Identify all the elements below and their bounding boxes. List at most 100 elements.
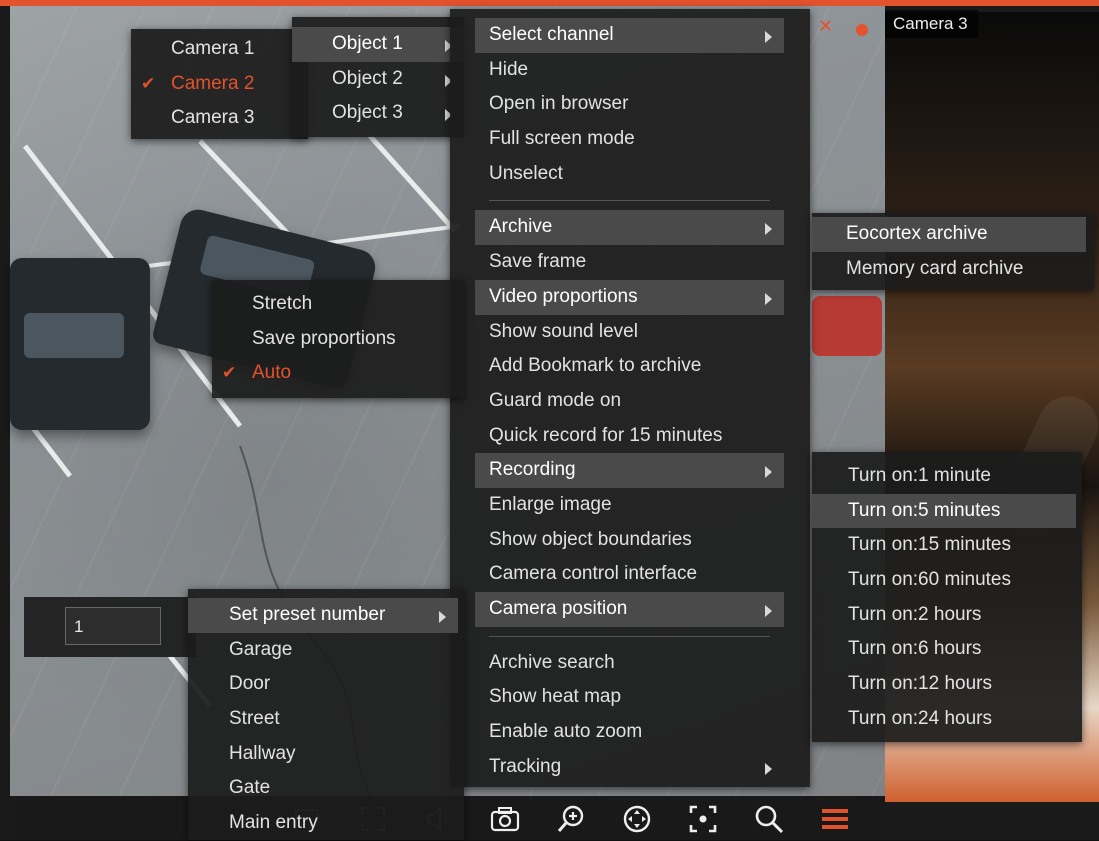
menu-item-video-proportions[interactable]: Video proportions [475,279,784,315]
preset-item[interactable]: Main entry [188,806,464,841]
menu-item-label: Camera 3 [171,107,255,129]
video-proportions-menu: Stretch Save proportions ✔ Auto [212,280,464,399]
menu-item-label: Main entry [229,812,318,834]
menu-item-label: Turn on:2 hours [848,603,982,625]
menu-item-label: Turn on:15 minutes [848,534,1011,556]
menu-item-label: Turn on:60 minutes [848,569,1011,591]
recording-item[interactable]: Turn on:24 hours [812,702,1082,737]
channel-item-camera-1[interactable]: Camera 1 [131,32,308,67]
menu-item-label: Camera position [489,598,628,619]
menu-item-show-heat-map[interactable]: Show heat map [475,680,784,715]
menu-item-label: Object 2 [332,67,403,89]
recording-item[interactable]: Turn on:15 minutes [812,528,1082,563]
menu-item-label: Show heat map [489,686,622,708]
recording-item[interactable]: Turn on:6 hours [812,632,1082,667]
recording-item[interactable]: Turn on:60 minutes [812,563,1082,598]
recording-item[interactable]: Turn on:12 hours [812,667,1082,702]
menu-item-label: Save frame [489,251,587,273]
menu-item-label: Show object boundaries [489,528,692,550]
menu-item-select-channel[interactable]: Select channel [475,18,784,53]
menu-item-recording[interactable]: Recording [475,453,784,488]
menu-item-enable-auto-zoom[interactable]: Enable auto zoom [475,715,784,750]
archive-item-eocortex[interactable]: Eocortex archive [812,217,1086,252]
proportion-item-stretch[interactable]: Stretch [212,287,464,322]
menu-item-label: Set preset number [229,604,386,625]
chevron-right-icon [765,31,772,43]
preset-item[interactable]: Hallway [188,737,464,772]
menu-separator [489,200,770,202]
preset-item[interactable]: Street [188,702,464,737]
menu-item-open-in-browser[interactable]: Open in browser [475,87,784,122]
menu-item-label: Save proportions [252,327,396,349]
menu-item-label: Enable auto zoom [489,721,643,743]
recording-item[interactable]: Turn on:1 minute [812,459,1082,494]
preset-item[interactable]: Garage [188,633,464,668]
red-car [812,296,882,356]
camera-snapshot-icon[interactable] [488,802,522,836]
menu-item-quick-record[interactable]: Quick record for 15 minutes [475,419,784,454]
menu-item-label: Turn on:5 minutes [848,499,1001,521]
preset-item-set-number[interactable]: Set preset number [188,598,458,633]
menu-item-hide[interactable]: Hide [475,53,784,88]
zoom-in-icon[interactable] [554,802,588,836]
menu-item-camera-position[interactable]: Camera position [475,592,784,627]
preset-item[interactable]: Door [188,667,464,702]
menu-item-label: Camera 2 [171,72,255,94]
menu-item-archive[interactable]: Archive [475,210,784,246]
menu-item-label: Turn on:6 hours [848,638,982,660]
menu-item-label: Memory card archive [846,257,1024,279]
menu-item-enlarge-image[interactable]: Enlarge image [475,488,784,523]
search-icon[interactable] [752,802,786,836]
menu-item-label: Archive search [489,651,615,673]
menu-item-label: Full screen mode [489,128,635,150]
menu-item-camera-control[interactable]: Camera control interface [475,557,784,592]
object-item-1[interactable]: Object 1 [292,27,464,62]
chevron-right-icon [765,466,772,479]
camera-position-menu: Set preset number Garage Door Street Hal… [188,589,464,840]
archive-item-memory-card[interactable]: Memory card archive [812,252,1094,287]
menu-item-label: Hide [489,58,529,80]
proportion-item-save-proportions[interactable]: Save proportions [212,322,464,357]
menu-item-label: Add Bookmark to archive [489,355,702,377]
proportion-item-auto[interactable]: ✔ Auto [212,356,464,391]
menu-item-label: Door [229,673,271,695]
recording-item[interactable]: Turn on:5 minutes [812,493,1076,529]
menu-item-show-sound-level[interactable]: Show sound level [475,315,784,350]
recording-item[interactable]: Turn on:2 hours [812,598,1082,633]
archive-menu: Eocortex archive Memory card archive [812,213,1094,291]
menu-item-label: Recording [489,459,576,481]
menu-item-label: Garage [229,638,293,660]
menu-item-add-bookmark[interactable]: Add Bookmark to archive [475,349,784,384]
preset-number-input[interactable]: 1 [65,607,161,645]
object-item-2[interactable]: Object 2 [292,62,464,97]
menu-item-label: Turn on:1 minute [848,465,991,486]
menu-item-label: Turn on:24 hours [848,707,992,729]
channel-item-camera-2[interactable]: ✔ Camera 2 [131,67,308,102]
menu-item-full-screen[interactable]: Full screen mode [475,122,784,157]
object-item-3[interactable]: Object 3 [292,96,464,131]
menu-item-label: Gate [229,777,271,799]
menu-item-label: Quick record for 15 minutes [489,424,723,446]
menu-separator [489,635,770,637]
chevron-right-icon [439,611,446,623]
camera-context-menu: Select channel Hide Open in browser Full… [450,9,810,787]
channel-item-camera-3[interactable]: Camera 3 [131,101,308,136]
menu-item-label: Video proportions [489,285,638,307]
focus-icon[interactable] [686,802,720,836]
menu-icon[interactable] [818,802,852,836]
ptz-icon[interactable] [620,802,654,836]
menu-item-archive-search[interactable]: Archive search [475,646,784,681]
menu-item-guard-mode[interactable]: Guard mode on [475,384,784,419]
preset-item[interactable]: Gate [188,771,464,806]
objects-menu: Object 1 Object 2 Object 3 [292,17,464,138]
menu-item-show-object-boundaries[interactable]: Show object boundaries [475,523,784,558]
menu-item-tracking[interactable]: Tracking [475,750,784,785]
close-icon[interactable]: ✕ [818,16,833,37]
chevron-right-icon [765,223,772,236]
camera-title: Camera 3 [885,10,978,38]
menu-item-label: Stretch [252,293,313,314]
menu-item-unselect[interactable]: Unselect [475,157,784,192]
parked-car [10,258,150,430]
menu-item-label: Eocortex archive [846,223,988,244]
menu-item-save-frame[interactable]: Save frame [475,245,784,280]
